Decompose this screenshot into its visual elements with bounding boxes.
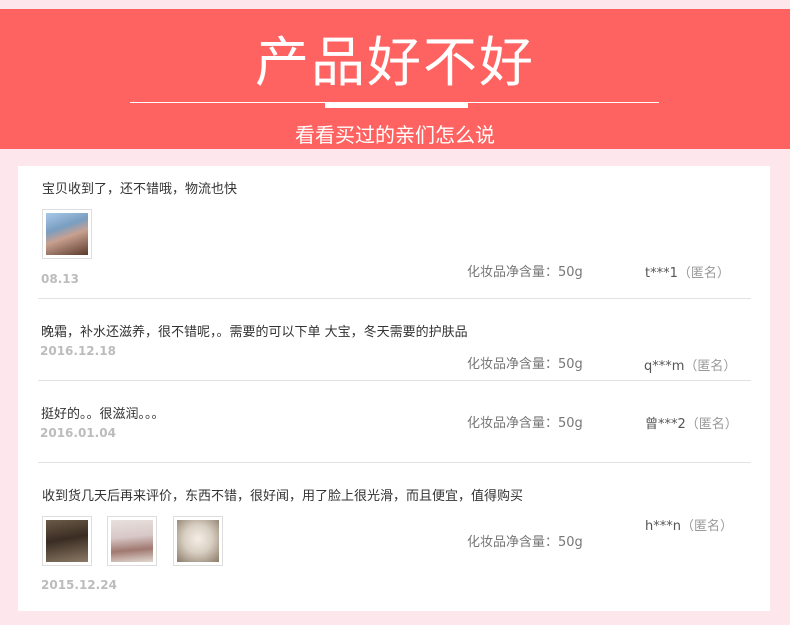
product-photo-2 xyxy=(46,520,88,562)
review-date: 2016.12.18 xyxy=(40,344,116,358)
reviewer-username: 曾***2 xyxy=(645,417,686,432)
banner-accent-bar xyxy=(325,102,468,108)
banner-subtitle: 看看买过的亲们怎么说 xyxy=(295,123,495,147)
product-photo-3 xyxy=(111,520,153,562)
anonymous-tag: （匿名） xyxy=(677,266,730,281)
review-text: 收到货几天后再来评价，东西不错，很好闻，用了脸上很光滑，而且便宜，值得购买 xyxy=(42,489,524,504)
review-photo-thumbnail[interactable] xyxy=(173,516,223,566)
reviewer-name: t***1（匿名） xyxy=(645,262,730,281)
review-photo-thumbnail[interactable] xyxy=(42,516,92,566)
anonymous-tag: （匿名） xyxy=(684,359,737,374)
review-date: 2016.01.04 xyxy=(40,426,116,440)
product-spec: 化妆品净含量：50g xyxy=(467,265,583,280)
review-text: 宝贝收到了，还不错哦，物流也快 xyxy=(42,182,238,197)
review-photo-thumbnail[interactable] xyxy=(107,516,157,566)
anonymous-tag: （匿名） xyxy=(680,519,733,534)
reviewer-name: h***n（匿名） xyxy=(645,515,733,534)
reviewer-username: t***1 xyxy=(645,266,678,281)
review-item: 收到货几天后再来评价，东西不错，很好闻，用了脸上很光滑，而且便宜，值得购买 20… xyxy=(38,463,751,611)
review-date: 08.13 xyxy=(41,272,79,286)
reviews-panel: 宝贝收到了，还不错哦，物流也快 08.13 化妆品净含量：50g t***1（匿… xyxy=(18,166,770,611)
banner-title: 产品好不好 xyxy=(255,31,535,94)
review-item: 晚霜，补水还滋养，很不错呢，。需要的可以下单 大宝，冬天需要的护肤品 2016.… xyxy=(38,299,751,381)
review-item: 挺好的。。很滋润。。。 2016.01.04 化妆品净含量：50g 曾***2（… xyxy=(38,381,751,463)
reviewer-name: q***m（匿名） xyxy=(644,355,736,374)
product-photo-1 xyxy=(46,213,88,255)
reviewer-username: q***m xyxy=(644,359,685,374)
review-text: 挺好的。。很滋润。。。 xyxy=(41,407,165,422)
anonymous-tag: （匿名） xyxy=(685,417,738,432)
product-spec: 化妆品净含量：50g xyxy=(467,416,583,431)
review-text: 晚霜，补水还滋养，很不错呢，。需要的可以下单 大宝，冬天需要的护肤品 xyxy=(41,325,468,340)
review-item: 宝贝收到了，还不错哦，物流也快 08.13 化妆品净含量：50g t***1（匿… xyxy=(38,166,751,299)
product-spec: 化妆品净含量：50g xyxy=(467,535,583,550)
review-photo-thumbnail[interactable] xyxy=(42,209,92,259)
product-spec: 化妆品净含量：50g xyxy=(467,357,583,372)
reviewer-name: 曾***2（匿名） xyxy=(645,413,738,432)
review-date: 2015.12.24 xyxy=(41,578,117,592)
product-photo-4 xyxy=(177,520,219,562)
reviewer-username: h***n xyxy=(645,519,681,534)
header-banner: 产品好不好 看看买过的亲们怎么说 xyxy=(0,9,790,149)
